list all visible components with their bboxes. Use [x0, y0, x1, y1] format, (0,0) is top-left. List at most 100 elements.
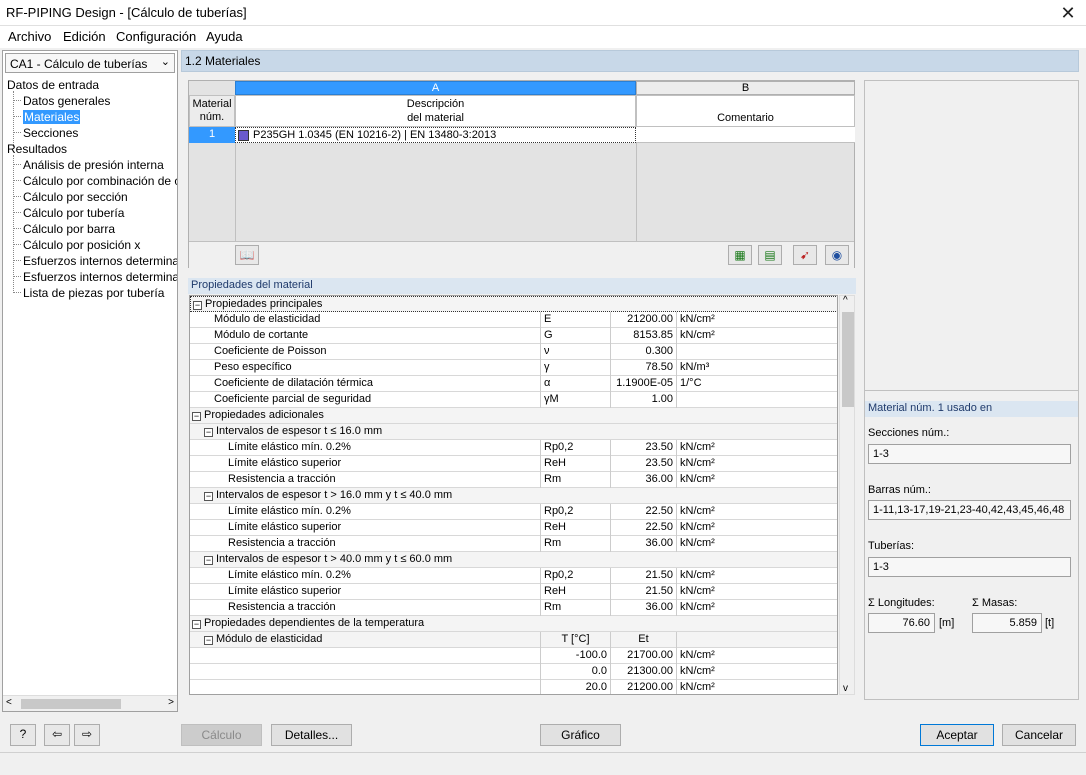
calc-button[interactable]: Cálculo [181, 724, 262, 746]
property-value[interactable]: 36.00 [610, 600, 676, 616]
property-value[interactable]: 21200.00 [610, 312, 676, 328]
cancel-button[interactable]: Cancelar [1002, 724, 1076, 746]
tree-datos-generales[interactable]: Datos generales [23, 93, 110, 109]
property-group-row[interactable]: − Intervalos de espesor t ≤ 16.0 mm [190, 424, 837, 440]
property-value[interactable]: 21300.00 [610, 664, 676, 680]
property-row[interactable]: 0.0 21300.00 kN/cm² [190, 664, 837, 680]
property-group-row[interactable]: − Módulo de elasticidad T [°C] Et [190, 632, 837, 648]
tree-calc-posicion[interactable]: Cálculo por posición x [23, 237, 177, 253]
tree-lista-piezas[interactable]: Lista de piezas por tubería [23, 285, 177, 301]
help-icon[interactable]: ? [10, 724, 36, 746]
tree-datos-entrada[interactable]: Datos de entrada [7, 77, 99, 93]
property-value[interactable]: 36.00 [610, 472, 676, 488]
scroll-thumb[interactable] [842, 312, 854, 407]
property-value[interactable]: 23.50 [610, 440, 676, 456]
property-row[interactable]: Límite elástico superior ReH 22.50 kN/cm² [190, 520, 837, 536]
property-value[interactable]: 1.00 [610, 392, 676, 408]
previous-icon[interactable]: ⇦ [44, 724, 70, 746]
property-group-row[interactable]: − Intervalos de espesor t > 16.0 mm y t ≤… [190, 488, 837, 504]
property-group-row[interactable]: − Propiedades dependientes de la temperat… [190, 616, 837, 632]
property-row[interactable]: Módulo de elasticidad E 21200.00 kN/cm² [190, 312, 837, 328]
property-value[interactable]: 36.00 [610, 536, 676, 552]
property-value[interactable]: 22.50 [610, 520, 676, 536]
chevron-right-icon[interactable]: > [168, 697, 174, 708]
library-icon[interactable]: 📖 [235, 245, 259, 265]
scroll-thumb[interactable] [21, 699, 121, 709]
menu-archivo[interactable]: Archivo [8, 29, 51, 44]
property-row[interactable]: Módulo de cortante G 8153.85 kN/cm² [190, 328, 837, 344]
property-row[interactable]: Coeficiente de dilatación térmica α 1.1900… [190, 376, 837, 392]
collapse-toggle-icon[interactable]: − [204, 556, 213, 565]
tree-calc-tuberia[interactable]: Cálculo por tubería [23, 205, 177, 221]
property-value[interactable]: 1.1900E-05 [610, 376, 676, 392]
chevron-left-icon[interactable]: < [6, 697, 12, 708]
tree-calc-combinacion[interactable]: Cálculo por combinación de carg [23, 173, 177, 189]
view-icon[interactable]: ◉ [825, 245, 849, 265]
property-group-row[interactable]: − Propiedades principales [190, 296, 837, 312]
property-value[interactable]: 78.50 [610, 360, 676, 376]
property-value[interactable]: 0.300 [610, 344, 676, 360]
property-value[interactable]: Et [610, 632, 676, 648]
property-row[interactable]: Coeficiente parcial de seguridad γM 1.00 [190, 392, 837, 408]
tree-resultados[interactable]: Resultados [7, 141, 67, 157]
property-row[interactable]: -100.0 21700.00 kN/cm² [190, 648, 837, 664]
property-row[interactable]: Límite elástico superior ReH 23.50 kN/cm² [190, 456, 837, 472]
close-icon[interactable]: ✕ [1050, 0, 1086, 26]
collapse-toggle-icon[interactable]: − [204, 492, 213, 501]
menu-edicion[interactable]: Edición [63, 29, 106, 44]
property-value[interactable]: 21200.00 [610, 680, 676, 694]
property-value[interactable]: 21.50 [610, 584, 676, 600]
property-group-row[interactable]: − Propiedades adicionales [190, 408, 837, 424]
collapse-toggle-icon[interactable]: − [193, 301, 202, 310]
property-value[interactable]: 21.50 [610, 568, 676, 584]
collapse-toggle-icon[interactable]: − [204, 428, 213, 437]
excel-import-icon[interactable]: ▤ [758, 245, 782, 265]
property-value[interactable]: 8153.85 [610, 328, 676, 344]
collapse-toggle-icon[interactable]: − [192, 620, 201, 629]
material-comment[interactable] [636, 127, 855, 143]
property-name: Coeficiente de dilatación térmica [214, 377, 373, 389]
collapse-toggle-icon[interactable]: − [192, 412, 201, 421]
tree-esfuerzos-1[interactable]: Esfuerzos internos determinante [23, 253, 177, 269]
tree-calc-barra[interactable]: Cálculo por barra [23, 221, 177, 237]
details-button[interactable]: Detalles... [271, 724, 352, 746]
property-row[interactable]: Peso específico γ 78.50 kN/m³ [190, 360, 837, 376]
header-comentario: Comentario [636, 95, 855, 127]
chevron-up-icon[interactable]: ^ [843, 295, 848, 306]
row-number[interactable]: 1 [189, 127, 235, 143]
menu-ayuda[interactable]: Ayuda [206, 29, 243, 44]
tree-materiales[interactable]: Materiales [23, 109, 81, 125]
column-a-header[interactable]: A [235, 81, 636, 95]
case-select[interactable]: CA1 - Cálculo de tuberías ⌄ [5, 53, 175, 73]
property-value[interactable]: 23.50 [610, 456, 676, 472]
property-row[interactable]: Resistencia a tracción Rm 36.00 kN/cm² [190, 536, 837, 552]
table-row[interactable]: P235GH 1.0345 (EN 10216-2) | EN 13480-3:… [235, 127, 636, 143]
collapse-toggle-icon[interactable]: − [204, 636, 213, 645]
tree-esfuerzos-2[interactable]: Esfuerzos internos determinante [23, 269, 177, 285]
chevron-down-icon[interactable]: v [843, 683, 848, 694]
tree-analisis-presion[interactable]: Análisis de presión interna [23, 157, 177, 173]
property-value[interactable]: 21700.00 [610, 648, 676, 664]
column-b-header[interactable]: B [636, 81, 855, 95]
property-row[interactable]: Límite elástico mín. 0.2% Rp0,2 21.50 kN/cm… [190, 568, 837, 584]
menu-configuracion[interactable]: Configuración [116, 29, 196, 44]
property-row[interactable]: Límite elástico mín. 0.2% Rp0,2 22.50 kN/cm… [190, 504, 837, 520]
tree-secciones[interactable]: Secciones [23, 125, 78, 141]
property-group-row[interactable]: − Intervalos de espesor t > 40.0 mm y t ≤… [190, 552, 837, 568]
navigator-hscrollbar[interactable]: < > [3, 695, 177, 711]
property-row[interactable]: Coeficiente de Poisson ν 0.300 [190, 344, 837, 360]
pick-icon[interactable]: ➹ [793, 245, 817, 265]
accept-button[interactable]: Aceptar [920, 724, 994, 746]
property-row[interactable]: Límite elástico mín. 0.2% Rp0,2 23.50 kN/cm… [190, 440, 837, 456]
property-row[interactable]: Resistencia a tracción Rm 36.00 kN/cm² [190, 600, 837, 616]
property-value[interactable]: 22.50 [610, 504, 676, 520]
tree-calc-seccion[interactable]: Cálculo por sección [23, 189, 177, 205]
properties-vscrollbar[interactable]: ^ v [839, 295, 855, 695]
property-row[interactable]: Límite elástico superior ReH 21.50 kN/cm² [190, 584, 837, 600]
graph-button[interactable]: Gráfico [540, 724, 621, 746]
excel-export-icon[interactable]: ▦ [728, 245, 752, 265]
property-row[interactable]: Resistencia a tracción Rm 36.00 kN/cm² [190, 472, 837, 488]
property-row[interactable]: 20.0 21200.00 kN/cm² [190, 680, 837, 694]
next-icon[interactable]: ⇨ [74, 724, 100, 746]
material-description[interactable]: P235GH 1.0345 (EN 10216-2) | EN 13480-3:… [253, 129, 496, 141]
